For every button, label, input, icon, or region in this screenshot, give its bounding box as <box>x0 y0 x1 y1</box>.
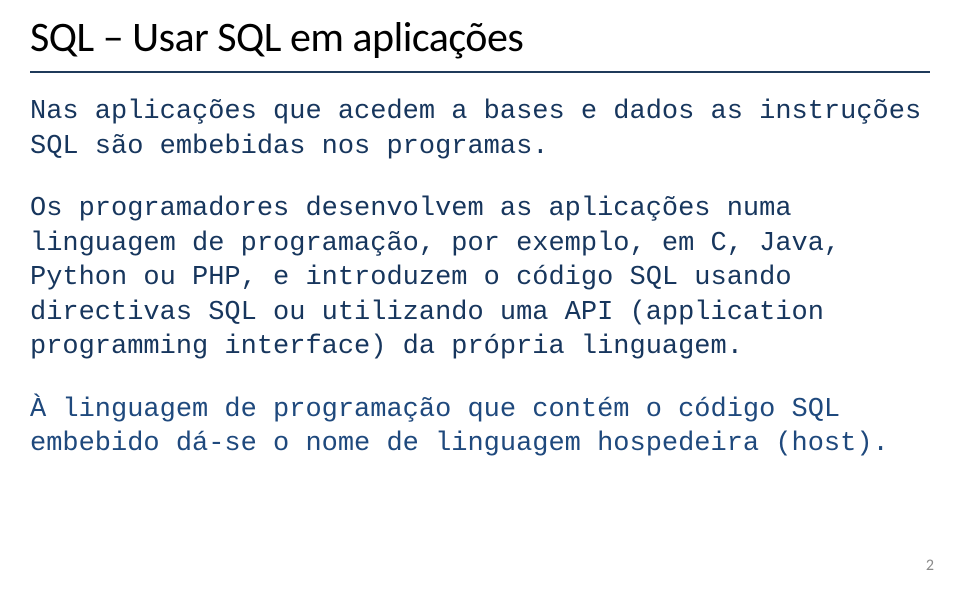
slide-title: SQL – Usar SQL em aplicações <box>30 12 930 73</box>
slide-body: Nas aplicações que acedem a bases e dado… <box>30 95 930 462</box>
paragraph-3: À linguagem de programação que contém o … <box>30 393 930 462</box>
paragraph-1: Nas aplicações que acedem a bases e dado… <box>30 95 930 164</box>
page-number: 2 <box>926 556 934 575</box>
paragraph-2: Os programadores desenvolvem as aplicaçõ… <box>30 192 930 365</box>
